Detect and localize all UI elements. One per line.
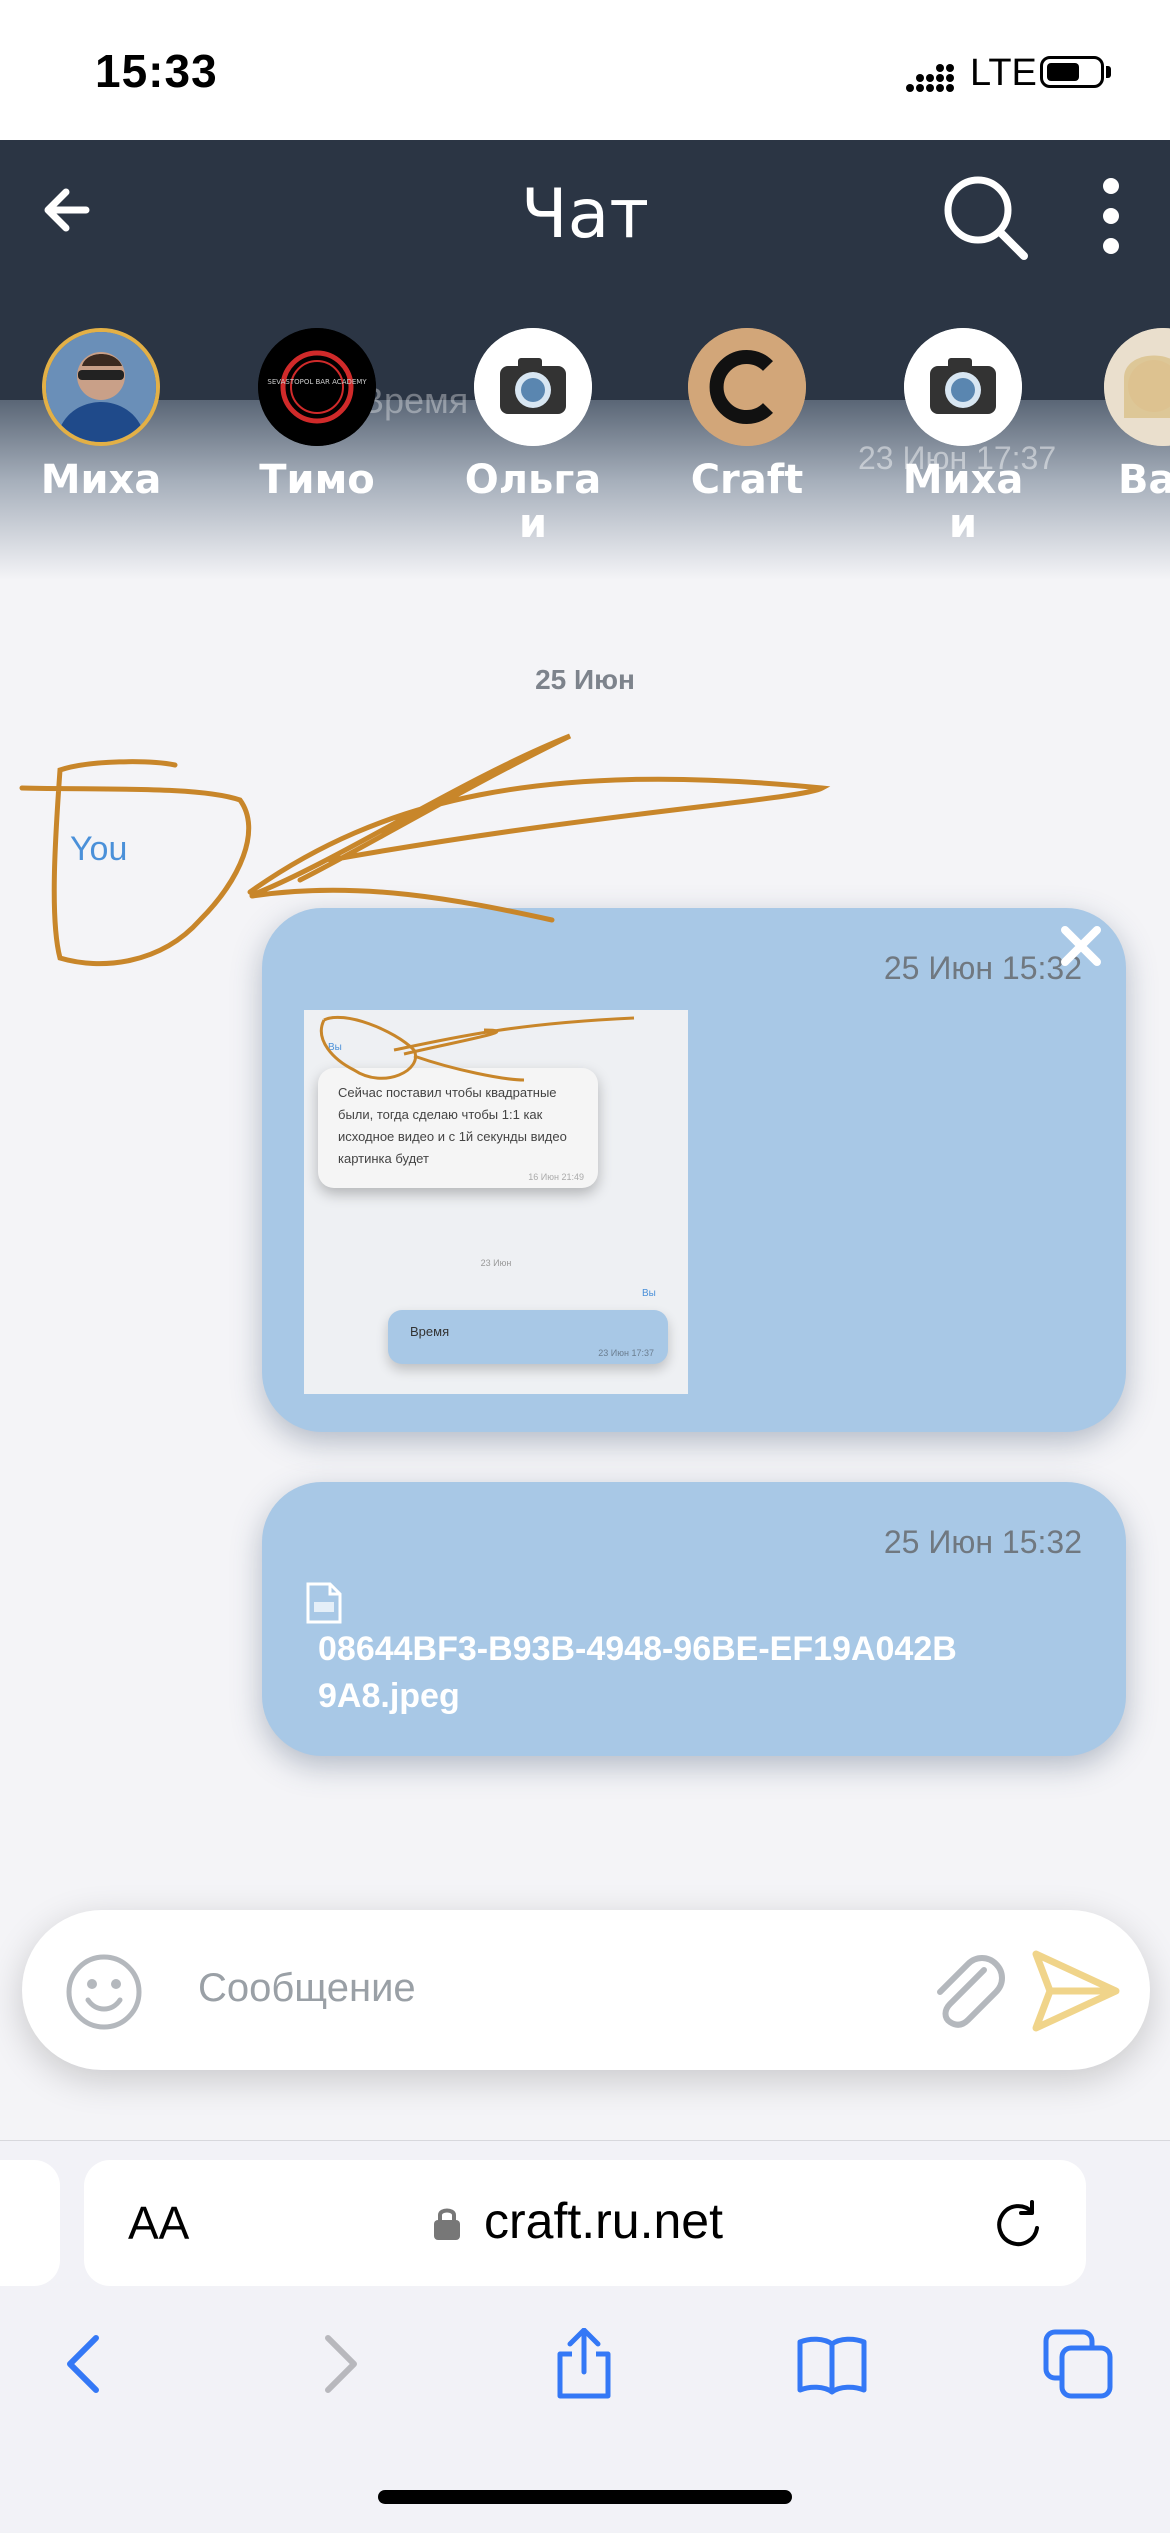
story-item[interactable]: Ольга и xyxy=(458,328,608,546)
avatar: SEVASTOPOL BAR ACADEMY xyxy=(258,328,376,446)
bookmarks-icon[interactable] xyxy=(796,2328,868,2400)
story-item[interactable]: Миха и xyxy=(888,328,1038,546)
story-name: Ольга и xyxy=(464,458,602,546)
story-item[interactable]: Craft xyxy=(672,328,822,502)
message-time: 25 Июн 15:32 xyxy=(883,1524,1082,1560)
sender-name[interactable]: You xyxy=(70,830,127,869)
status-time: 15:33 xyxy=(95,45,218,97)
network-type: LTE xyxy=(970,52,1037,94)
preview-reply-text: Время xyxy=(410,1324,450,1339)
battery-icon xyxy=(1040,56,1104,88)
preview-reply-time: 23 Июн 17:37 xyxy=(598,1348,654,1358)
story-item[interactable]: Миха xyxy=(26,328,176,502)
file-icon xyxy=(306,1582,342,1624)
text-size-label: AA xyxy=(128,2197,190,2249)
avatar xyxy=(42,328,160,446)
close-icon[interactable] xyxy=(1053,918,1109,974)
battery-tip xyxy=(1106,66,1111,78)
emoji-icon[interactable] xyxy=(64,1952,144,2032)
story-name: Craft xyxy=(690,458,804,502)
file-name[interactable]: 08644BF3-B93B-4948-96BE-EF19A042B9A8.jpe… xyxy=(318,1626,958,1720)
craft-avatar xyxy=(688,328,806,446)
share-icon[interactable] xyxy=(548,2328,620,2400)
nav-back-icon[interactable] xyxy=(50,2328,122,2400)
camera-avatar-icon xyxy=(904,328,1022,446)
reload-icon[interactable] xyxy=(992,2198,1044,2250)
nav-forward-icon[interactable] xyxy=(302,2328,374,2400)
story-item[interactable]: Ва xyxy=(1104,328,1170,502)
preview-reply-sender: Вы xyxy=(642,1288,656,1299)
lock-icon xyxy=(434,2208,460,2240)
more-vertical-icon[interactable] xyxy=(1095,176,1127,256)
paperclip-icon[interactable] xyxy=(926,1948,1006,2034)
preview-reply-bubble: Время 23 Июн 17:37 xyxy=(388,1310,668,1364)
message-input[interactable]: Сообщение xyxy=(198,1966,416,2011)
avatar xyxy=(1104,328,1170,446)
story-item[interactable]: SEVASTOPOL BAR ACADEMY Тимо xyxy=(242,328,392,502)
previous-tab-preview[interactable] xyxy=(0,2160,60,2286)
url-text[interactable]: craft.ru.net xyxy=(484,2192,723,2250)
story-name: Ва xyxy=(1118,458,1170,502)
story-name: Миха xyxy=(40,458,162,502)
text-size-button[interactable]: AA xyxy=(128,2196,189,2250)
preview-date: 23 Июн xyxy=(480,1258,512,1268)
send-icon[interactable] xyxy=(1030,1948,1122,2034)
search-icon[interactable] xyxy=(940,172,1030,262)
story-name: Тимо xyxy=(259,458,375,502)
home-indicator xyxy=(378,2490,792,2504)
preview-time: 16 Июн 21:49 xyxy=(528,1172,584,1182)
date-divider: 25 Июн xyxy=(535,664,635,695)
preview-annotation xyxy=(319,1015,635,1082)
signal-icon xyxy=(906,64,954,92)
tabs-icon[interactable] xyxy=(1042,2328,1114,2400)
screenshot-thumbnail: Вы Сейчас поставил чтобы квадратные были… xyxy=(304,1010,688,1394)
image-attachment[interactable]: Вы Сейчас поставил чтобы квадратные были… xyxy=(304,1010,1084,1394)
story-logo-text: SEVASTOPOL BAR ACADEMY xyxy=(267,378,367,386)
story-name: Миха и xyxy=(902,458,1024,546)
camera-avatar-icon xyxy=(474,328,592,446)
